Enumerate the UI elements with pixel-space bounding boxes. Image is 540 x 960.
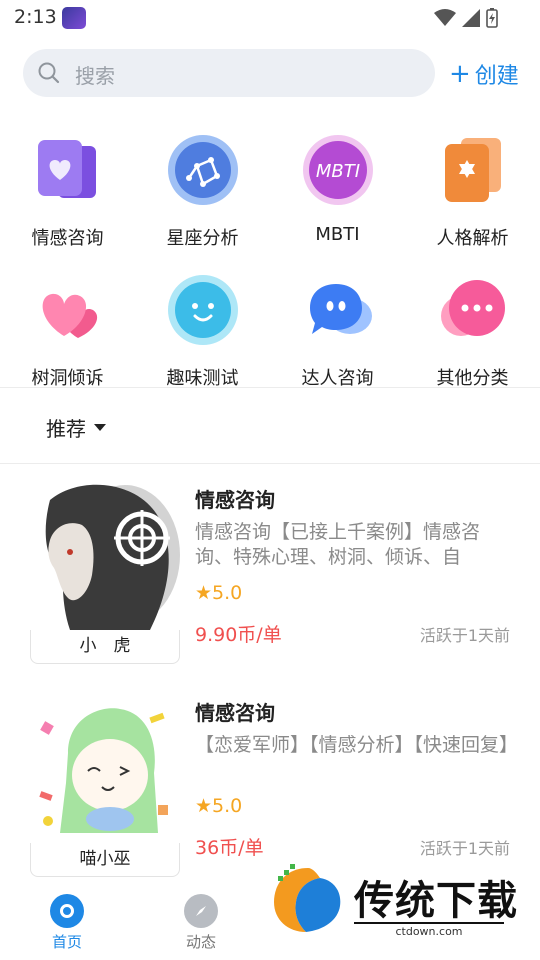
recommend-filter-dropdown[interactable]: 推荐 [46,413,106,442]
rating: ★5.0 [195,582,242,604]
more-bubble-icon [441,280,505,336]
rating-value: 5.0 [212,582,243,604]
smiley-face-icon [168,275,238,345]
category-label: 情感咨询 [31,228,104,249]
card-title: 情感咨询 [195,488,275,512]
card-title: 情感咨询 [195,701,275,725]
watermark-logo-icon [274,864,341,932]
rating: ★5.0 [195,795,242,817]
status-time: 2:13 [14,6,57,28]
avatar [30,480,180,630]
app-notification-icon [62,7,86,29]
search-placeholder: 搜索 [75,64,115,88]
watermark-domain: ctdown.com [354,922,504,938]
price: 9.90币/单 [195,624,282,646]
active-status: 活跃于1天前 [419,839,510,858]
card-description: 情感咨询【已接上千案例】情感咨询、特殊心理、树洞、倾诉、自 [195,521,481,568]
plus-icon: + [449,59,471,89]
star-icon: ★ [195,795,213,817]
consultant-name: 小 虎 [30,630,180,664]
watermark: 传统下载 ctdown.com [268,862,518,940]
wifi-icon [434,9,456,26]
nav-home-label: 首页 [51,933,82,951]
search-icon [38,62,60,84]
chat-bubbles-icon [310,284,372,334]
star-of-david-card-icon [445,138,501,202]
home-icon [50,894,84,928]
mbti-icon: MBTI [303,135,373,205]
nav-home[interactable]: 首页 [32,894,102,952]
consultant-card[interactable]: 小 虎 情感咨询 情感咨询【已接上千案例】情感咨询、特殊心理、树洞、倾诉、自 ★… [0,480,540,680]
recommend-label: 推荐 [46,417,86,441]
divider [0,387,540,388]
consultant-name: 喵小巫 [30,843,180,877]
create-button[interactable]: + 创建 [449,58,519,90]
category-label: 星座分析 [166,228,239,249]
svg-text:MBTI: MBTI [316,161,360,182]
caret-down-icon [94,424,106,431]
battery-icon [486,8,498,28]
signal-icon [462,9,480,27]
create-label: 创建 [474,64,519,89]
watermark-title: 传统下载 [354,878,518,924]
price: 36币/单 [195,837,264,859]
star-icon: ★ [195,582,213,604]
search-bar[interactable]: 搜索 [23,49,435,97]
heart-card-icon [38,140,96,198]
divider [0,463,540,464]
avatar [30,693,180,843]
card-description: 【恋爱军师】【情感分析】【快速回复】 [195,734,519,756]
category-label: MBTI [315,224,360,245]
rating-value: 5.0 [212,795,243,817]
category-label: 人格解析 [436,228,509,249]
pink-hearts-icon [42,293,98,338]
constellation-icon [168,135,238,205]
status-bar: 2:13 [0,0,540,36]
nav-feed[interactable]: 动态 [166,894,236,952]
active-status: 活跃于1天前 [419,626,510,645]
nav-feed-label: 动态 [185,933,216,951]
compass-icon [184,894,218,928]
system-icons [434,8,498,28]
